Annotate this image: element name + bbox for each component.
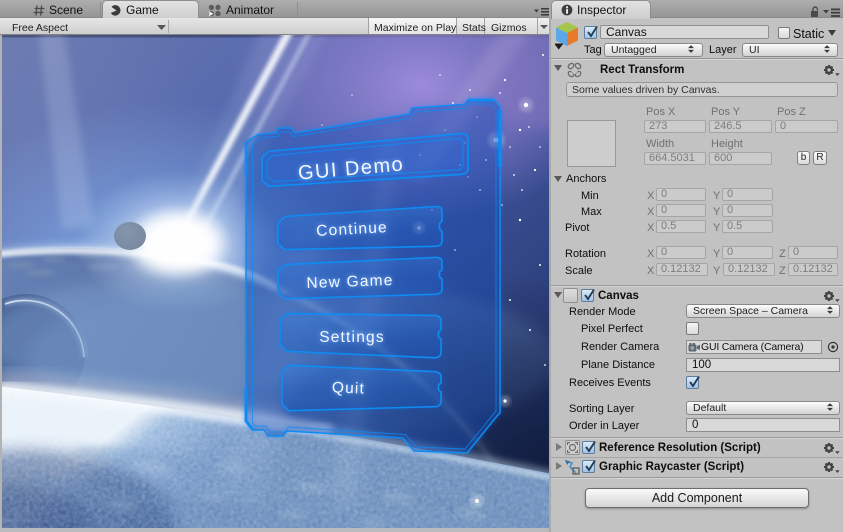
svg-text:Quit: Quit	[332, 379, 366, 397]
svg-text:Settings: Settings	[319, 329, 385, 346]
svg-text:New Game: New Game	[306, 272, 394, 292]
